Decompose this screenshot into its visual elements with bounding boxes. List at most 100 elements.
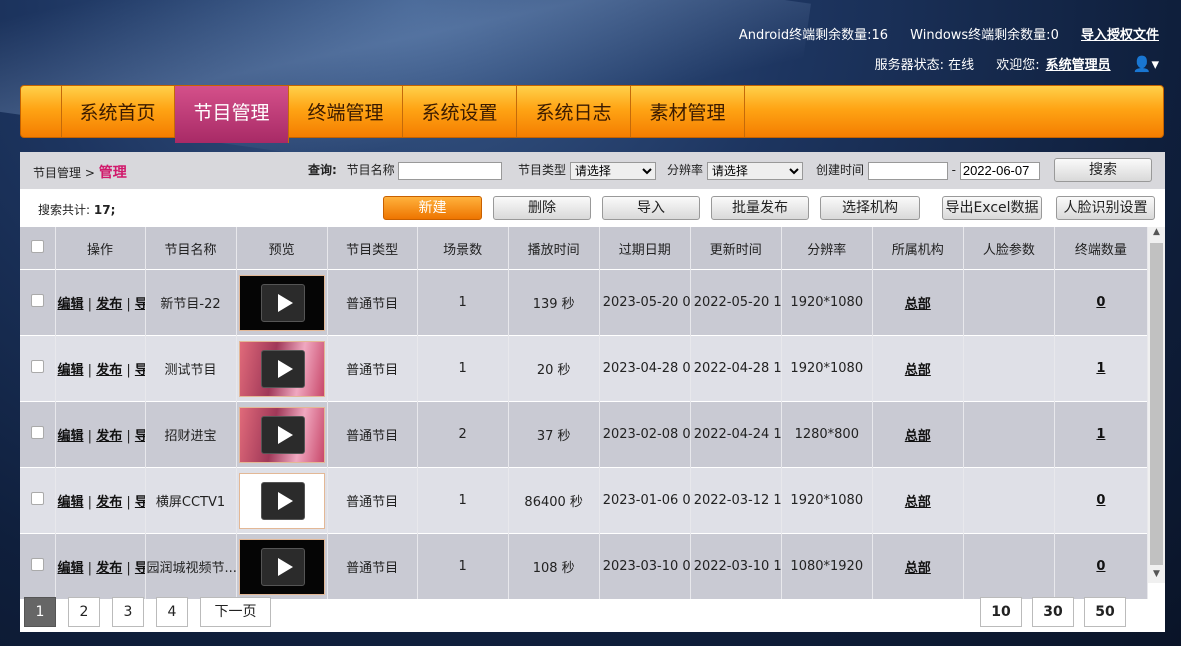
org-link[interactable]: 总部 bbox=[905, 495, 931, 510]
more-link[interactable]: 导 bbox=[135, 363, 144, 378]
face-settings-button[interactable]: 人脸识别设置 bbox=[1056, 196, 1155, 220]
next-page-button[interactable]: 下一页 bbox=[200, 597, 271, 627]
delete-button[interactable]: 删除 bbox=[493, 196, 591, 220]
row-checkbox[interactable] bbox=[30, 294, 44, 307]
table-row: 编辑 | 发布 | 导招财进宝 普通节目237 秒2023-02-08 00202… bbox=[20, 401, 1149, 468]
program-type: 普通节目 bbox=[327, 467, 418, 534]
terminal-count-link[interactable]: 0 bbox=[1096, 493, 1105, 508]
scroll-thumb[interactable] bbox=[1150, 243, 1163, 565]
updated-time: 2022-04-28 14 bbox=[690, 335, 782, 402]
table-body: 编辑 | 发布 | 导新节目-22普通节目1139 秒2023-05-20 00… bbox=[20, 269, 1149, 599]
org-link[interactable]: 总部 bbox=[905, 363, 931, 378]
preview-thumbnail[interactable] bbox=[238, 538, 325, 595]
preview-thumbnail[interactable] bbox=[238, 406, 325, 463]
nav-item[interactable]: 系统日志 bbox=[517, 86, 631, 137]
preview-thumbnail[interactable] bbox=[238, 274, 325, 331]
welcome-label: 欢迎您: bbox=[996, 58, 1040, 73]
expire-date: 2023-05-20 00 bbox=[599, 269, 691, 336]
program-name-input[interactable] bbox=[398, 161, 503, 180]
import-license-link[interactable]: 导入授权文件 bbox=[1081, 28, 1159, 43]
publish-link[interactable]: 发布 bbox=[96, 363, 122, 378]
preview-cell bbox=[236, 467, 328, 534]
play-icon[interactable] bbox=[260, 283, 305, 322]
publish-link[interactable]: 发布 bbox=[96, 495, 122, 510]
terminal-count-link[interactable]: 0 bbox=[1096, 295, 1105, 310]
search-button[interactable]: 搜索 bbox=[1054, 158, 1152, 182]
import-button[interactable]: 导入 bbox=[602, 196, 700, 220]
more-link[interactable]: 导 bbox=[135, 429, 144, 444]
more-link[interactable]: 导 bbox=[135, 297, 144, 312]
vertical-scrollbar[interactable]: ▲ ▼ bbox=[1148, 227, 1165, 583]
terminal-count-link[interactable]: 1 bbox=[1096, 427, 1105, 442]
program-type-select[interactable]: 请选择 bbox=[569, 161, 656, 180]
org-link[interactable]: 总部 bbox=[905, 561, 931, 576]
edit-link[interactable]: 编辑 bbox=[58, 363, 84, 378]
nav-item[interactable]: 节目管理 bbox=[175, 86, 289, 143]
program-table: 操作 节目名称 预览 节目类型 场景数 播放时间 过期日期 更新时间 分辨率 所属机构 人脸参数 终端… bbox=[20, 227, 1149, 599]
created-to-input[interactable] bbox=[959, 161, 1040, 180]
program-type: 普通节目 bbox=[327, 269, 418, 336]
edit-link[interactable]: 编辑 bbox=[58, 297, 84, 312]
edit-link[interactable]: 编辑 bbox=[58, 561, 84, 576]
face-params bbox=[963, 533, 1055, 599]
nav-item[interactable]: 素材管理 bbox=[631, 86, 745, 137]
org-link[interactable]: 总部 bbox=[905, 297, 931, 312]
page-size-button[interactable]: 50 bbox=[1084, 597, 1126, 627]
resolution: 1920*1080 bbox=[781, 335, 873, 402]
row-checkbox[interactable] bbox=[30, 558, 44, 571]
created-from-input[interactable] bbox=[867, 161, 948, 180]
play-icon[interactable] bbox=[260, 481, 305, 520]
scroll-up-icon[interactable]: ▲ bbox=[1148, 227, 1165, 241]
more-link[interactable]: 导 bbox=[135, 561, 144, 576]
scene-count: 1 bbox=[417, 467, 509, 534]
program-name: 招财进宝 bbox=[145, 401, 237, 468]
org-link[interactable]: 总部 bbox=[905, 429, 931, 444]
row-checkbox[interactable] bbox=[30, 360, 44, 373]
nav-item[interactable]: 系统首页 bbox=[61, 86, 175, 137]
batch-publish-button[interactable]: 批量发布 bbox=[711, 196, 809, 220]
nav-item[interactable]: 系统设置 bbox=[403, 86, 517, 137]
terminal-count-link[interactable]: 1 bbox=[1096, 361, 1105, 376]
org-cell: 总部 bbox=[872, 533, 964, 599]
publish-link[interactable]: 发布 bbox=[96, 561, 122, 576]
username-link[interactable]: 系统管理员 bbox=[1046, 58, 1111, 73]
page-button[interactable]: 2 bbox=[68, 597, 100, 627]
export-excel-button[interactable]: 导出Excel数据 bbox=[942, 196, 1042, 220]
row-checkbox[interactable] bbox=[30, 426, 44, 439]
page-size-button[interactable]: 10 bbox=[980, 597, 1022, 627]
column-header: 场景数 bbox=[417, 227, 509, 270]
program-name: 横屏CCTV1 bbox=[145, 467, 237, 534]
publish-link[interactable]: 发布 bbox=[96, 429, 122, 444]
play-icon[interactable] bbox=[260, 349, 305, 388]
new-button[interactable]: 新建 bbox=[383, 196, 482, 220]
edit-link[interactable]: 编辑 bbox=[58, 495, 84, 510]
select-all-checkbox[interactable] bbox=[30, 239, 44, 253]
play-icon[interactable] bbox=[260, 547, 305, 586]
preview-thumbnail[interactable] bbox=[238, 340, 325, 397]
main-nav: 系统首页 节目管理 终端管理 系统设置 系统日志 素材管理 bbox=[20, 85, 1164, 143]
page-size-button[interactable]: 30 bbox=[1032, 597, 1074, 627]
page-button[interactable]: 3 bbox=[112, 597, 144, 627]
row-checkbox[interactable] bbox=[30, 492, 44, 505]
scroll-down-icon[interactable]: ▼ bbox=[1148, 569, 1165, 583]
play-icon[interactable] bbox=[260, 415, 305, 454]
program-name: 园润城视频节... bbox=[145, 533, 237, 599]
resolution-select[interactable]: 请选择 bbox=[706, 161, 803, 180]
publish-link[interactable]: 发布 bbox=[96, 297, 122, 312]
count-value: 17; bbox=[93, 203, 116, 217]
terminal-count-cell: 0 bbox=[1054, 467, 1149, 534]
select-org-button[interactable]: 选择机构 bbox=[820, 196, 920, 220]
preview-thumbnail[interactable] bbox=[238, 472, 325, 529]
page-button[interactable]: 4 bbox=[156, 597, 188, 627]
preview-cell bbox=[236, 401, 328, 468]
nav-item[interactable]: 终端管理 bbox=[289, 86, 403, 137]
resolution: 1080*1920 bbox=[781, 533, 873, 599]
more-link[interactable]: 导 bbox=[135, 495, 144, 510]
edit-link[interactable]: 编辑 bbox=[58, 429, 84, 444]
user-menu-icon[interactable]: 👤▾ bbox=[1133, 55, 1159, 73]
type-label: 节目类型 bbox=[518, 163, 567, 177]
breadcrumb-parent[interactable]: 节目管理 > bbox=[33, 166, 95, 180]
page-button[interactable]: 1 bbox=[24, 597, 56, 627]
terminal-count-link[interactable]: 0 bbox=[1096, 559, 1105, 574]
op-separator: | bbox=[87, 495, 93, 510]
